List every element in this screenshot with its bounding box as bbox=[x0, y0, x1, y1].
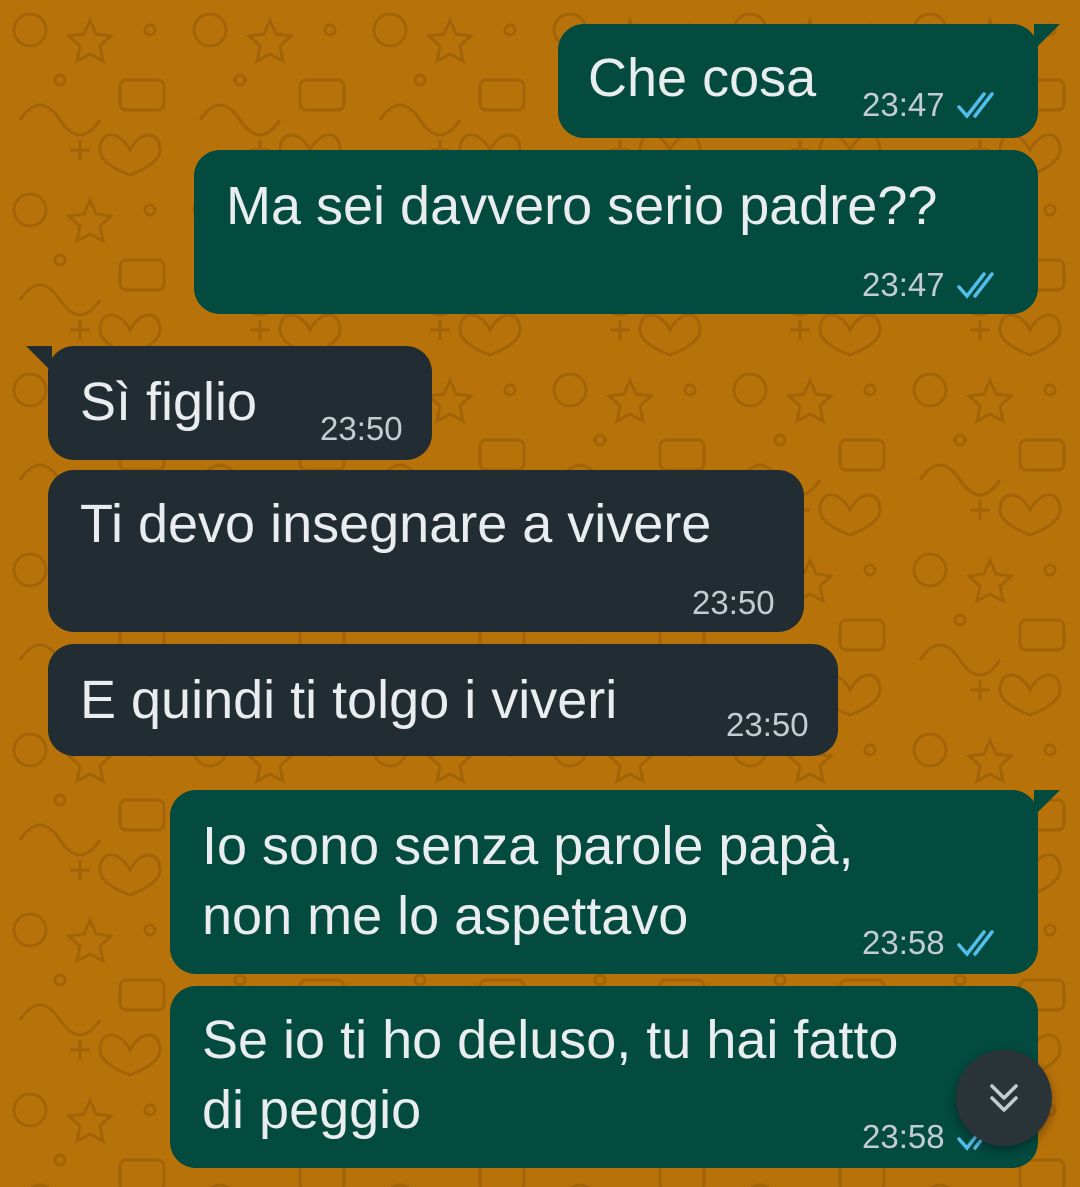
message-text-line: Io sono senza parole papà, bbox=[202, 816, 854, 876]
message-meta: 23:50 bbox=[320, 410, 403, 448]
message-meta: 23:50 bbox=[692, 584, 775, 622]
double-check-icon bbox=[956, 92, 994, 119]
message-time: 23:50 bbox=[692, 584, 775, 621]
double-check-icon bbox=[956, 272, 994, 299]
message-meta: 23:58 bbox=[862, 924, 1007, 962]
message-time: 23:50 bbox=[320, 410, 403, 447]
bubble-tail bbox=[1034, 24, 1060, 50]
message-text-line: di peggio bbox=[202, 1080, 422, 1140]
message-text-line: Se io ti ho deluso, tu hai fatto bbox=[202, 1010, 899, 1070]
message-text-line: non me lo aspettavo bbox=[202, 886, 689, 946]
message-bubble-outgoing[interactable]: Io sono senza parole papà, non me lo asp… bbox=[170, 790, 1060, 974]
message-text: Che cosa bbox=[588, 48, 817, 108]
message-time: 23:47 bbox=[862, 266, 945, 303]
message-time: 23:58 bbox=[862, 1118, 945, 1155]
message-meta: 23:50 bbox=[726, 706, 809, 744]
message-text: Ti devo insegnare a vivere bbox=[80, 494, 712, 554]
message-time: 23:47 bbox=[862, 86, 945, 123]
bubble-tail bbox=[26, 346, 52, 372]
message-text: E quindi ti tolgo i viveri bbox=[80, 670, 618, 730]
message-bubble-incoming[interactable]: Sì figlio 23:50 bbox=[26, 346, 432, 460]
message-text: Sì figlio bbox=[80, 372, 258, 432]
message-meta: 23:47 bbox=[862, 86, 1007, 124]
message-bubble-incoming[interactable]: E quindi ti tolgo i viveri 23:50 bbox=[48, 644, 838, 756]
message-bubble-outgoing[interactable]: Ma sei davvero serio padre?? 23:47 bbox=[194, 150, 1038, 314]
double-chevron-down-icon bbox=[990, 1084, 1018, 1112]
message-bubble-incoming[interactable]: Ti devo insegnare a vivere 23:50 bbox=[48, 470, 804, 632]
message-time: 23:50 bbox=[726, 706, 809, 743]
bubble-tail bbox=[1034, 790, 1060, 816]
message-time: 23:58 bbox=[862, 924, 945, 961]
message-bubble-outgoing[interactable]: Se io ti ho deluso, tu hai fatto di pegg… bbox=[170, 986, 1038, 1168]
message-bubble-outgoing[interactable]: Che cosa 23:47 bbox=[558, 24, 1060, 138]
scroll-to-bottom-button[interactable] bbox=[956, 1050, 1052, 1146]
message-text: Ma sei davvero serio padre?? bbox=[226, 176, 938, 236]
double-check-icon bbox=[956, 930, 994, 957]
message-meta: 23:47 bbox=[862, 266, 1007, 304]
